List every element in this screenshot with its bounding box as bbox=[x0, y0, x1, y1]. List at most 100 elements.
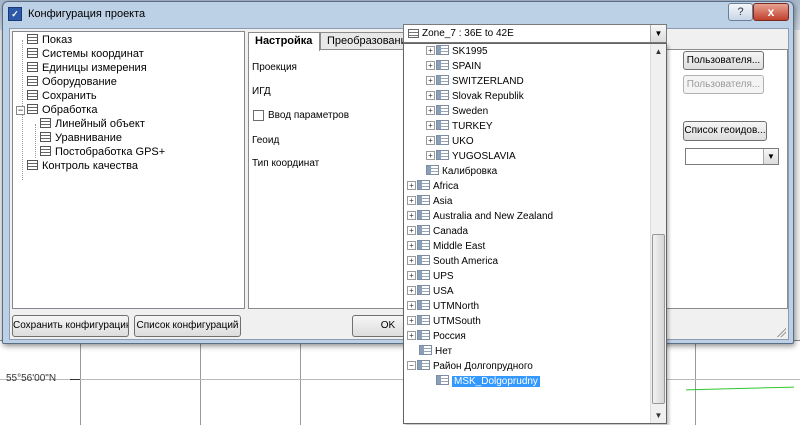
coord-type-select[interactable]: ▼ bbox=[685, 148, 779, 165]
expand-icon[interactable]: + bbox=[407, 196, 416, 205]
list-item[interactable]: + USA bbox=[407, 285, 454, 299]
projection-label: Проекция bbox=[252, 62, 297, 73]
title-bar[interactable]: ✓ Конфигурация проекта ? x bbox=[3, 2, 793, 26]
grid-icon bbox=[417, 210, 430, 220]
list-item-label: UTMNorth bbox=[433, 301, 480, 312]
scrollbar-thumb[interactable] bbox=[652, 234, 665, 404]
list-item[interactable]: + South America bbox=[407, 255, 498, 269]
list-item[interactable]: + Sweden bbox=[426, 105, 488, 119]
tree-item-adjustment[interactable]: Уравнивание bbox=[40, 132, 122, 145]
list-item[interactable]: + Canada bbox=[407, 225, 468, 239]
grid-icon bbox=[426, 165, 439, 175]
list-item[interactable]: + YUGOSLAVIA bbox=[426, 150, 516, 164]
scroll-up-icon[interactable]: ▲ bbox=[651, 44, 666, 59]
list-item[interactable]: + UPS bbox=[407, 270, 454, 284]
tree-item-save[interactable]: Сохранить bbox=[27, 90, 97, 103]
list-item[interactable]: + SK1995 bbox=[426, 45, 488, 59]
projection-dropdown-list[interactable]: + SK1995 + SPAIN + SWITZERLAND + Slovak Repu… bbox=[403, 43, 667, 424]
map-grid-line bbox=[300, 341, 301, 425]
list-item[interactable]: + Asia bbox=[407, 195, 452, 209]
expand-icon[interactable]: + bbox=[407, 271, 416, 280]
map-view[interactable]: 55°56'00"N bbox=[0, 340, 800, 425]
list-item[interactable]: + Australia and New Zealand bbox=[407, 210, 553, 224]
tab-transformation[interactable]: Преобразование bbox=[320, 32, 413, 50]
collapse-icon[interactable]: − bbox=[16, 106, 25, 115]
grid-icon bbox=[417, 180, 430, 190]
scroll-down-icon[interactable]: ▼ bbox=[651, 408, 666, 423]
list-item-label: MSK_Dolgoprudny bbox=[452, 376, 540, 387]
resize-grip[interactable] bbox=[776, 327, 786, 337]
tree-item-equipment[interactable]: Оборудование bbox=[27, 76, 117, 89]
expand-icon[interactable]: + bbox=[426, 76, 435, 85]
list-item[interactable]: + Middle East bbox=[407, 240, 485, 254]
help-button[interactable]: ? bbox=[728, 3, 753, 21]
settings-node-icon bbox=[27, 104, 38, 114]
expand-icon[interactable]: + bbox=[407, 301, 416, 310]
tree-item-units[interactable]: Единицы измерения bbox=[27, 62, 147, 75]
expand-icon[interactable]: + bbox=[407, 241, 416, 250]
expand-icon[interactable]: + bbox=[426, 136, 435, 145]
expand-icon[interactable]: + bbox=[426, 61, 435, 70]
grid-icon bbox=[436, 60, 449, 70]
expand-icon[interactable]: + bbox=[407, 286, 416, 295]
list-item[interactable]: + TURKEY bbox=[426, 120, 493, 134]
expand-icon[interactable]: + bbox=[407, 181, 416, 190]
list-item[interactable]: + UTMSouth bbox=[407, 315, 481, 329]
tree-item-label: Постобработка GPS+ bbox=[55, 146, 166, 158]
expand-icon[interactable]: + bbox=[407, 316, 416, 325]
expand-icon[interactable]: + bbox=[426, 106, 435, 115]
expand-icon[interactable]: + bbox=[426, 46, 435, 55]
list-item-label: SWITZERLAND bbox=[452, 76, 524, 87]
dialog-body: Показ Системы координат Единицы измерени… bbox=[9, 28, 789, 340]
list-item[interactable]: + SPAIN bbox=[426, 60, 481, 74]
expand-icon[interactable]: + bbox=[426, 151, 435, 160]
tree-item-linear-object[interactable]: Линейный объект bbox=[40, 118, 145, 131]
user-projection-button[interactable]: Пользователя... bbox=[683, 51, 764, 70]
list-item[interactable]: + UKO bbox=[426, 135, 474, 149]
expand-icon[interactable]: + bbox=[426, 91, 435, 100]
tab-settings[interactable]: Настройка bbox=[248, 32, 320, 51]
expand-icon[interactable]: + bbox=[426, 121, 435, 130]
list-item[interactable]: − Район Долгопрудного bbox=[407, 360, 533, 374]
list-item-label: Нет bbox=[435, 346, 453, 357]
list-item[interactable]: + UTMNorth bbox=[407, 300, 479, 314]
dropdown-scrollbar[interactable]: ▲ ▼ bbox=[650, 44, 666, 423]
tree-item-show[interactable]: Показ bbox=[27, 34, 72, 47]
tree-item-coordinate-systems[interactable]: Системы координат bbox=[27, 48, 144, 61]
chevron-down-icon[interactable]: ▼ bbox=[650, 25, 666, 42]
tree-item-processing[interactable]: − Обработка bbox=[16, 104, 97, 117]
projection-select[interactable]: Zone_7 : 36E to 42E ▼ bbox=[403, 24, 667, 43]
grid-icon bbox=[436, 375, 449, 385]
list-item[interactable]: Нет bbox=[419, 345, 452, 359]
list-item[interactable]: + Africa bbox=[407, 180, 459, 194]
expand-icon[interactable]: + bbox=[407, 331, 416, 340]
save-config-button[interactable]: Сохранить конфигурацию bbox=[12, 315, 129, 337]
collapse-icon[interactable]: − bbox=[407, 361, 416, 370]
list-item-selected[interactable]: MSK_Dolgoprudny bbox=[436, 375, 540, 389]
tree-item-quality-control[interactable]: Контроль качества bbox=[27, 160, 138, 173]
latitude-label: 55°56'00"N bbox=[6, 373, 57, 384]
settings-node-icon bbox=[40, 118, 51, 128]
app-icon: ✓ bbox=[8, 7, 22, 21]
list-item-label: Россия bbox=[433, 331, 466, 342]
list-item[interactable]: Калибровка bbox=[426, 165, 497, 179]
igd-label: ИГД bbox=[252, 86, 271, 97]
list-item[interactable]: + SWITZERLAND bbox=[426, 75, 524, 89]
list-item[interactable]: + Россия bbox=[407, 330, 466, 344]
expand-icon[interactable]: + bbox=[407, 226, 416, 235]
close-button[interactable]: x bbox=[753, 3, 789, 21]
input-params-checkbox[interactable] bbox=[253, 110, 264, 121]
grid-icon bbox=[417, 270, 430, 280]
expand-icon[interactable]: + bbox=[407, 211, 416, 220]
tree-item-label: Оборудование bbox=[42, 76, 117, 88]
settings-node-icon bbox=[40, 132, 51, 142]
grid-icon bbox=[419, 345, 432, 355]
list-item[interactable]: + Slovak Republik bbox=[426, 90, 524, 104]
config-list-button[interactable]: Список конфигураций bbox=[134, 315, 241, 337]
grid-icon bbox=[417, 360, 430, 370]
settings-node-icon bbox=[27, 90, 38, 100]
expand-icon[interactable]: + bbox=[407, 256, 416, 265]
list-item-label: UKO bbox=[452, 136, 474, 147]
tree-item-gps-postprocessing[interactable]: Постобработка GPS+ bbox=[40, 146, 165, 159]
geoid-list-button[interactable]: Список геоидов... bbox=[683, 121, 767, 141]
